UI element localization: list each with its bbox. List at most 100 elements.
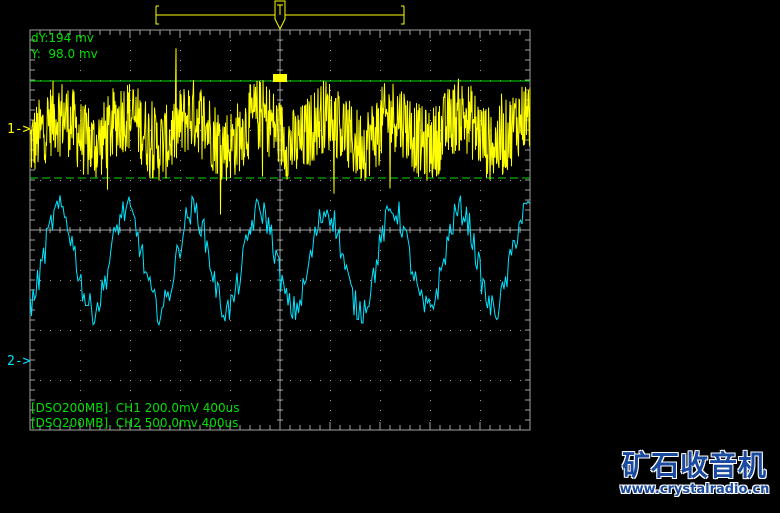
grid-dot [150,330,151,331]
grid-dot [480,60,481,61]
grid-dot [130,240,131,241]
grid-dot [230,290,231,291]
grid-dot [330,260,331,261]
grid-dot [240,380,241,381]
grid-dot [430,300,431,301]
grid-dot [430,250,431,251]
ch1-status: [DSO200MB]. CH1 200.0mV 400us [31,401,240,415]
grid-dot [270,280,271,281]
grid-dot [80,390,81,391]
grid-dot [510,330,511,331]
grid-dot [520,380,521,381]
grid-dot [480,190,481,191]
grid-dot [480,410,481,411]
y-readout: Y: 98.0 mv [31,47,98,61]
grid-dot [420,180,421,181]
grid-dot [480,170,481,171]
grid-dot [510,180,511,181]
grid-dot [430,410,431,411]
grid-dot [480,390,481,391]
grid-dot [380,270,381,271]
grid-dot [510,380,511,381]
grid-dot [440,330,441,331]
grid-dot [180,330,181,331]
grid-dot [80,180,81,181]
grid-dot [380,60,381,61]
grid-dot [230,180,231,181]
grid-dot [400,330,401,331]
grid-dot [190,180,191,181]
grid-dot [380,350,381,351]
grid-dot [480,70,481,71]
grid-dot [360,380,361,381]
grid-dot [430,360,431,361]
grid-dot [380,370,381,371]
grid-dot [420,380,421,381]
grid-dot [210,280,211,281]
grid-dot [240,180,241,181]
grid-dot [380,300,381,301]
grid-dot [420,280,421,281]
grid-dot [350,380,351,381]
grid-dot [490,330,491,331]
grid-dot [180,340,181,341]
grid-dot [380,420,381,421]
grid-dot [460,330,461,331]
grid-dot [500,380,501,381]
grid-dot [330,40,331,41]
grid-dot [340,180,341,181]
grid-dot [230,40,231,41]
grid-dot [130,390,131,391]
grid-dot [250,280,251,281]
grid-dot [130,310,131,311]
grid-dot [430,70,431,71]
grid-dot [230,50,231,51]
grid-dot [230,390,231,391]
grid-dot [60,180,61,181]
grid-dot [490,180,491,181]
grid-dot [400,280,401,281]
grid-dot [180,290,181,291]
grid-dot [480,180,481,181]
grid-dot [150,130,151,131]
grid-dot [330,360,331,361]
grid-dot [360,180,361,181]
grid-dot [250,180,251,181]
grid-dot [230,370,231,371]
grid-dot [330,160,331,161]
ch1-trigger-level-block [273,74,287,82]
grid-dot [230,380,231,381]
grid-dot [80,190,81,191]
grid-dot [60,380,61,381]
grid-dot [430,380,431,381]
grid-dot [130,50,131,51]
grid-dot [430,280,431,281]
grid-dot [70,380,71,381]
grid-dot [360,330,361,331]
grid-dot [260,280,261,281]
grid-dot [480,330,481,331]
grid-dot [80,310,81,311]
grid-dot [260,180,261,181]
grid-dot [80,150,81,151]
trigger-position-bar[interactable] [155,0,405,31]
grid-dot [430,350,431,351]
grid-dot [430,340,431,341]
grid-dot [330,290,331,291]
grid-dot [420,330,421,331]
grid-dot [490,380,491,381]
grid-dot [380,390,381,391]
grid-dot [230,240,231,241]
grid-dot [480,210,481,211]
grid-dot [40,280,41,281]
ch2-marker[interactable]: 2-> [7,354,30,369]
ch1-marker[interactable]: 1-> [7,122,30,137]
grid-dot [80,200,81,201]
grid-dot [100,330,101,331]
grid-dot [90,180,91,181]
grid-dot [180,40,181,41]
grid-dot [480,400,481,401]
grid-dot [330,170,331,171]
grid-dot [380,100,381,101]
grid-dot [330,200,331,201]
